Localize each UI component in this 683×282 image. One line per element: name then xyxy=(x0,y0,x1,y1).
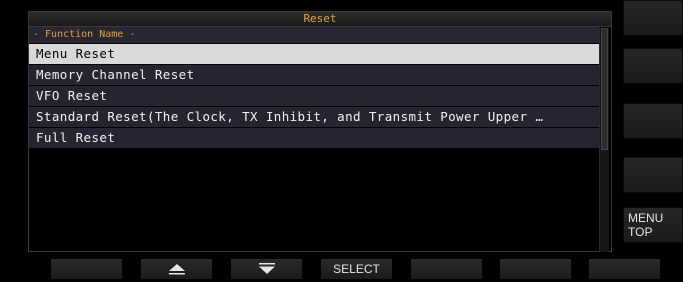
up-triangle-icon xyxy=(169,264,185,275)
side-button-1[interactable] xyxy=(623,0,683,36)
select-button[interactable]: SELECT xyxy=(321,259,392,279)
list-header: - Function Name - xyxy=(29,27,599,43)
bottom-function-bar: SELECT xyxy=(0,257,683,282)
down-triangle-icon xyxy=(259,263,275,274)
side-button-3[interactable] xyxy=(623,103,683,139)
function-list: - Function Name - Menu Reset Memory Chan… xyxy=(29,27,599,148)
function-button-6[interactable] xyxy=(500,259,571,279)
side-button-2[interactable] xyxy=(623,48,683,84)
scrollbar-thumb[interactable] xyxy=(601,28,608,150)
list-item-vfo-reset[interactable]: VFO Reset xyxy=(29,86,599,106)
scroll-down-button[interactable] xyxy=(231,259,302,279)
list-scrollbar[interactable] xyxy=(599,28,609,252)
menu-top-button[interactable]: MENU TOP xyxy=(623,207,683,243)
panel-title: Reset xyxy=(29,12,611,27)
side-button-4[interactable] xyxy=(623,157,683,193)
list-item-standard-reset[interactable]: Standard Reset(The Clock, TX Inhibit, an… xyxy=(29,107,599,127)
scroll-up-button[interactable] xyxy=(141,259,212,279)
list-item-menu-reset[interactable]: Menu Reset xyxy=(29,44,599,64)
function-button-5[interactable] xyxy=(411,259,482,279)
function-button-7[interactable] xyxy=(589,259,660,279)
list-item-full-reset[interactable]: Full Reset xyxy=(29,128,599,148)
function-button-1[interactable] xyxy=(51,259,122,279)
reset-panel: Reset - Function Name - Menu Reset Memor… xyxy=(28,11,612,252)
list-item-memory-channel-reset[interactable]: Memory Channel Reset xyxy=(29,65,599,85)
